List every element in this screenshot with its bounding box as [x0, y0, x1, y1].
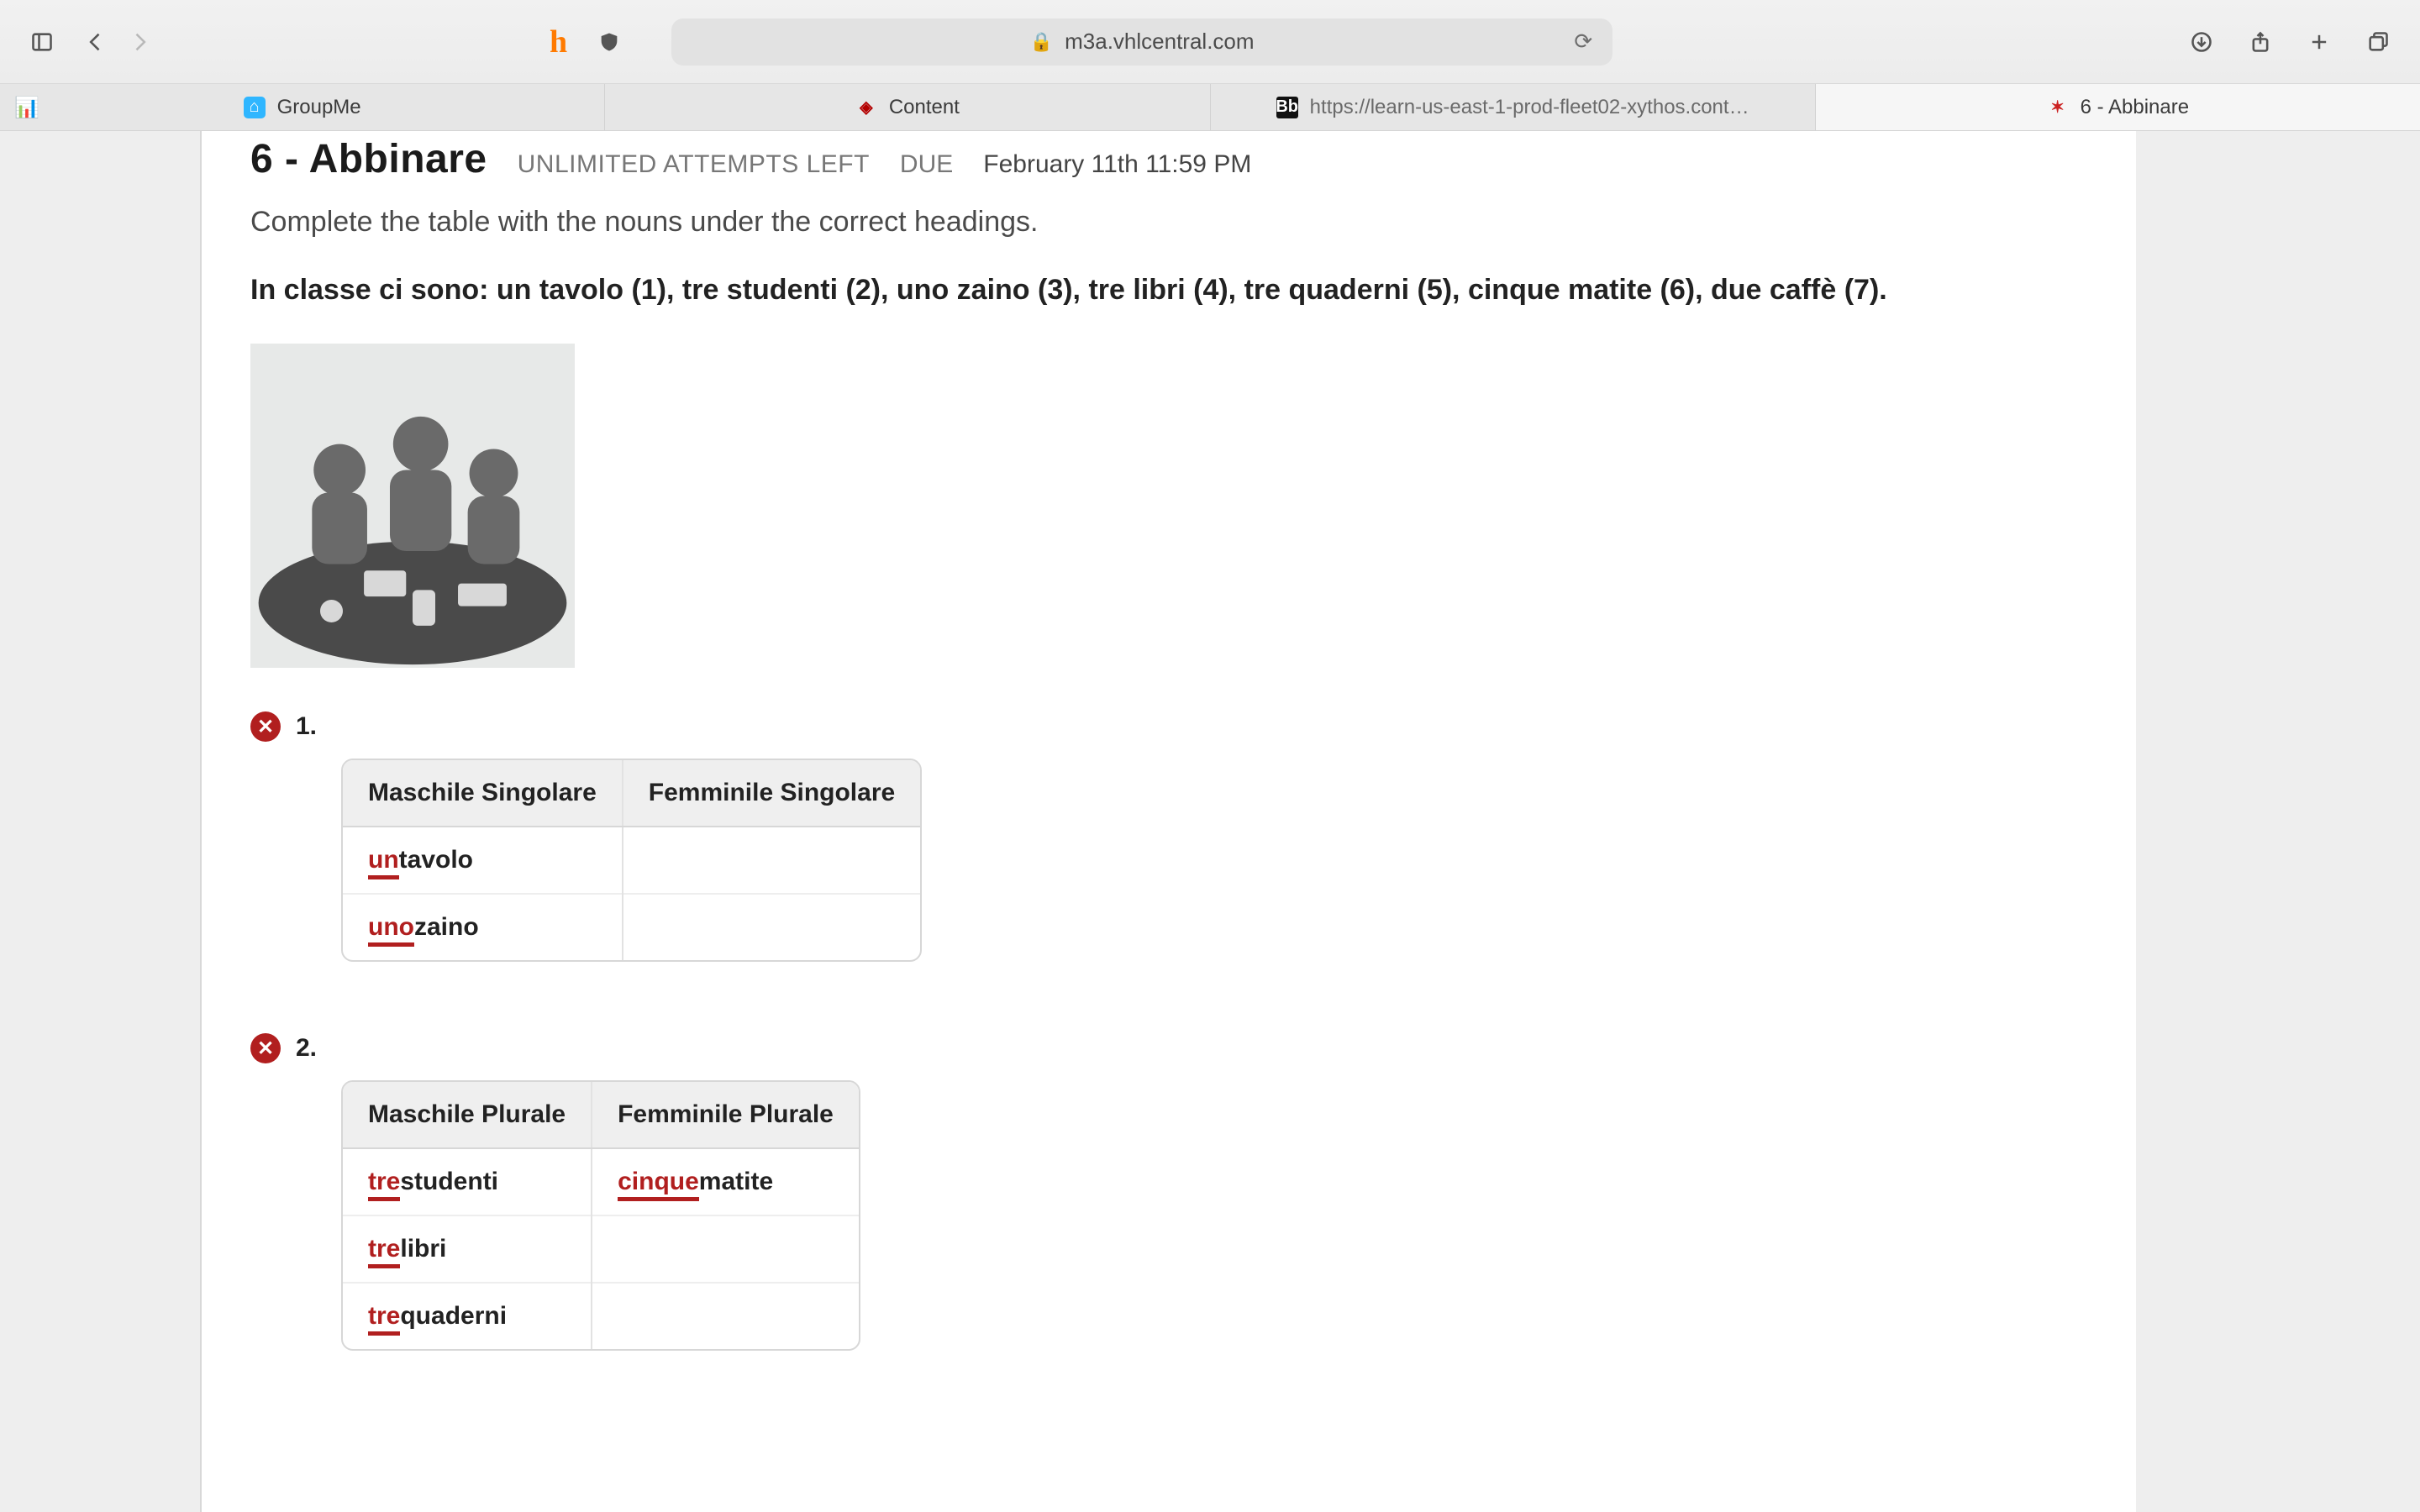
col-header: Maschile Singolare: [343, 760, 623, 827]
question-number: 2.: [296, 1034, 317, 1063]
question-2: ✕ 2. Maschile Plurale Femminile Plurale …: [250, 1033, 2086, 1355]
groupme-favicon-icon: ⌂: [244, 97, 266, 118]
tab-content[interactable]: ◈ Content: [605, 84, 1210, 130]
answer-cell[interactable]: [623, 894, 920, 960]
tab-vhl-active[interactable]: ✶ 6 - Abbinare: [1816, 84, 2420, 130]
table-row: trestudenti cinquematite: [343, 1148, 859, 1215]
table-row: trelibri: [343, 1215, 859, 1283]
answer-table-2: Maschile Plurale Femminile Plurale trest…: [341, 1080, 860, 1351]
question-number: 1.: [296, 712, 317, 741]
assignment-page: 6 - Abbinare UNLIMITED ATTEMPTS LEFT DUE…: [200, 131, 2136, 1512]
privacy-shield-icon[interactable]: [592, 25, 626, 59]
col-header: Femminile Plurale: [592, 1082, 859, 1148]
answer-cell[interactable]: trequaderni: [343, 1283, 592, 1349]
answer-cell[interactable]: cinquematite: [592, 1148, 859, 1215]
classroom-illustration: [250, 344, 575, 668]
blackboard-favicon-icon: Bb: [1276, 97, 1298, 118]
vhl-favicon-icon: ✶: [2047, 97, 2069, 118]
favorite-item-1-icon[interactable]: 📊: [10, 91, 44, 124]
due-date: February 11th 11:59 PM: [983, 150, 1251, 179]
answer-cell[interactable]: trelibri: [343, 1215, 592, 1283]
incorrect-badge-icon: ✕: [250, 711, 281, 742]
address-bar[interactable]: 🔒 m3a.vhlcentral.com ⟳: [671, 18, 1612, 66]
share-icon[interactable]: [2244, 25, 2277, 59]
answer-cell[interactable]: unozaino: [343, 894, 623, 960]
lock-icon: 🔒: [1030, 31, 1053, 53]
table-row: trequaderni: [343, 1283, 859, 1349]
due-label: DUE: [900, 150, 953, 179]
browser-toolbar: h 🔒 m3a.vhlcentral.com ⟳: [0, 0, 2420, 84]
tab-label: Content: [889, 96, 960, 119]
table-row: unozaino: [343, 894, 920, 960]
downloads-icon[interactable]: [2185, 25, 2218, 59]
answer-cell[interactable]: [623, 827, 920, 894]
answer-table-1: Maschile Singolare Femminile Singolare u…: [341, 759, 922, 962]
honey-extension-icon[interactable]: h: [550, 24, 567, 60]
answer-cell[interactable]: [592, 1283, 859, 1349]
incorrect-badge-icon: ✕: [250, 1033, 281, 1063]
tab-groupme[interactable]: ⌂ GroupMe: [0, 84, 605, 130]
tab-label: 6 - Abbinare: [2081, 96, 2189, 119]
tab-blackboard[interactable]: Bb https://learn-us-east-1-prod-fleet02-…: [1211, 84, 1816, 130]
tab-label: https://learn-us-east-1-prod-fleet02-xyt…: [1310, 96, 1749, 119]
back-icon[interactable]: [79, 25, 113, 59]
attempts-remaining: UNLIMITED ATTEMPTS LEFT: [518, 150, 870, 179]
url-text: m3a.vhlcentral.com: [1065, 29, 1254, 55]
tab-strip: ⌂ GroupMe ◈ Content Bb https://learn-us-…: [0, 84, 2420, 131]
tab-label: GroupMe: [277, 96, 361, 119]
answer-cell[interactable]: untavolo: [343, 827, 623, 894]
new-tab-icon[interactable]: [2302, 25, 2336, 59]
tabs-overview-icon[interactable]: [2361, 25, 2395, 59]
reload-icon[interactable]: ⟳: [1574, 29, 1592, 55]
prompt-text: In classe ci sono: un tavolo (1), tre st…: [250, 274, 2086, 307]
answer-cell[interactable]: trestudenti: [343, 1148, 592, 1215]
answer-cell[interactable]: [592, 1215, 859, 1283]
forward-icon: [123, 25, 156, 59]
assignment-title: 6 - Abbinare: [250, 136, 487, 182]
instructions-text: Complete the table with the nouns under …: [250, 206, 2086, 239]
col-header: Femminile Singolare: [623, 760, 920, 827]
sidebar-toggle-icon[interactable]: [25, 25, 59, 59]
col-header: Maschile Plurale: [343, 1082, 592, 1148]
content-favicon-icon: ◈: [855, 97, 877, 118]
assignment-header: 6 - Abbinare UNLIMITED ATTEMPTS LEFT DUE…: [250, 136, 2086, 182]
table-row: untavolo: [343, 827, 920, 894]
question-1: ✕ 1. Maschile Singolare Femminile Singol…: [250, 711, 2086, 966]
